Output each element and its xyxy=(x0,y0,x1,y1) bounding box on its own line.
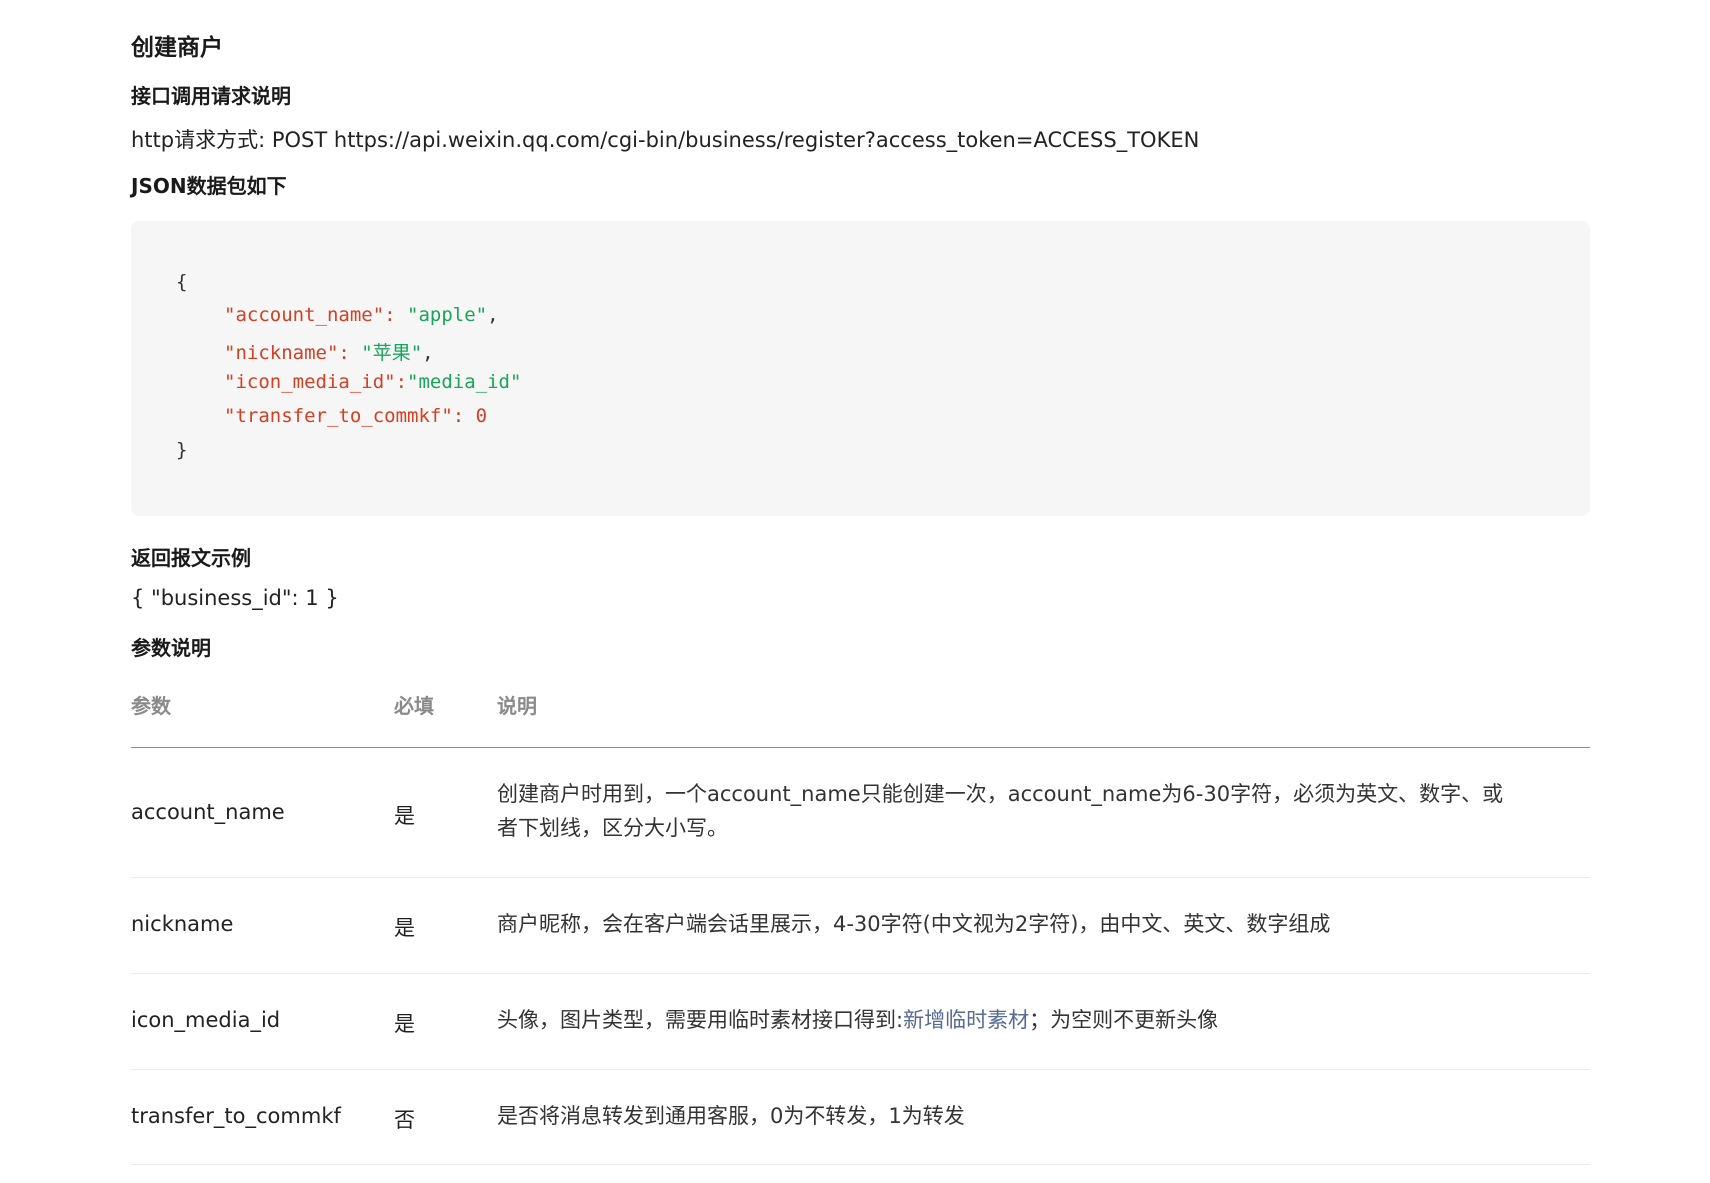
code-key: "icon_media_id" xyxy=(224,371,396,393)
code-sep: : xyxy=(452,405,476,427)
param-name: account_name xyxy=(131,800,285,824)
code-close-brace: } xyxy=(176,439,188,461)
code-key: "nickname" xyxy=(224,342,339,364)
request-line: http请求方式: POST https://api.weixin.qq.com… xyxy=(131,128,1200,152)
response-heading: 返回报文示例 xyxy=(131,546,251,570)
table-header-divider xyxy=(131,747,1590,748)
code-sep: : xyxy=(338,342,362,364)
row-divider xyxy=(131,973,1590,974)
col-header-required: 必填 xyxy=(394,694,434,718)
param-description: 头像，图片类型，需要用临时素材接口得到:新增临时素材；为空则不更新头像 xyxy=(497,1003,1507,1037)
param-name: icon_media_id xyxy=(131,1008,281,1032)
code-line-account-name: "account_name": "apple", xyxy=(224,304,499,326)
param-required: 是 xyxy=(394,804,415,828)
code-line-icon-media-id: "icon_media_id":"media_id" xyxy=(224,371,521,393)
row-divider xyxy=(131,1069,1590,1070)
code-line-nickname: "nickname": "苹果", xyxy=(224,338,434,365)
code-value: "media_id" xyxy=(407,371,522,393)
code-line-transfer: "transfer_to_commkf": 0 xyxy=(224,405,487,427)
code-tail: , xyxy=(487,304,499,326)
response-example: { "business_id": 1 } xyxy=(131,586,339,610)
new-temp-material-link[interactable]: 新增临时素材 xyxy=(903,1008,1029,1032)
param-description-text: 头像，图片类型，需要用临时素材接口得到: xyxy=(497,1008,904,1032)
json-code-block: { "account_name": "apple", "nickname": "… xyxy=(131,221,1590,516)
code-key: "account_name" xyxy=(224,304,385,326)
param-description-text: ；为空则不更新头像 xyxy=(1029,1008,1219,1032)
code-value: 0 xyxy=(475,405,488,427)
page-title: 创建商户 xyxy=(131,35,223,61)
params-heading: 参数说明 xyxy=(131,636,211,660)
col-header-description: 说明 xyxy=(497,694,537,718)
param-description: 是否将消息转发到通用客服，0为不转发，1为转发 xyxy=(497,1104,965,1128)
code-value: "apple" xyxy=(407,304,488,326)
param-name: transfer_to_commkf xyxy=(131,1104,341,1128)
json-heading: JSON数据包如下 xyxy=(131,174,287,198)
code-key: "transfer_to_commkf" xyxy=(224,405,453,427)
param-name: nickname xyxy=(131,912,234,936)
param-required: 是 xyxy=(394,1012,415,1036)
request-heading: 接口调用请求说明 xyxy=(131,84,291,108)
code-sep: : xyxy=(395,371,408,393)
param-required: 是 xyxy=(394,916,415,940)
code-value: "苹果" xyxy=(361,342,423,364)
code-sep: : xyxy=(384,304,408,326)
code-open-brace: { xyxy=(176,271,188,293)
param-required: 否 xyxy=(394,1108,415,1132)
param-description: 创建商户时用到，一个account_name只能创建一次，account_nam… xyxy=(497,782,1504,840)
param-description: 商户昵称，会在客户端会话里展示，4-30字符(中文视为2字符)，由中文、英文、数… xyxy=(497,912,1331,936)
row-divider xyxy=(131,877,1590,878)
col-header-param: 参数 xyxy=(131,694,171,718)
code-tail: , xyxy=(422,342,434,364)
row-divider xyxy=(131,1164,1590,1165)
